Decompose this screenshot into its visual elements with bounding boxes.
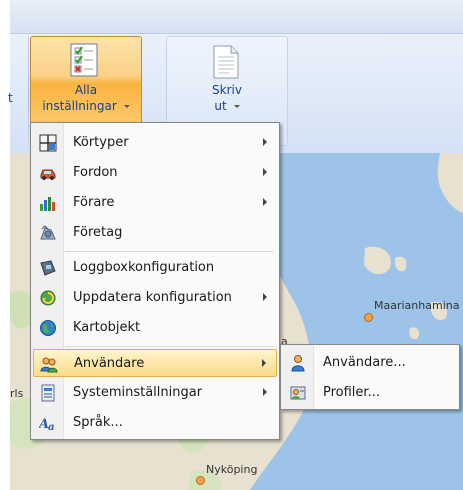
- print-label-line2: ut: [177, 99, 277, 113]
- menu-item-label: Språk...: [73, 415, 123, 430]
- menu-item-label: Uppdatera konfiguration: [73, 290, 232, 305]
- menu-item-uppdatera-konfiguration[interactable]: Uppdatera konfiguration: [33, 284, 277, 312]
- menu-item-label: Systeminställningar: [73, 385, 203, 400]
- menu-item-anvandare[interactable]: Användare: [33, 349, 277, 377]
- ribbon-left-fragment[interactable]: t: [8, 91, 13, 105]
- menu-item-label: Förare: [73, 195, 115, 210]
- menu-item-systeminstallningar[interactable]: Systeminställningar: [33, 379, 277, 407]
- menu-item-forare[interactable]: Förare: [33, 189, 277, 217]
- building-icon: [40, 225, 56, 240]
- maarianhamina-label: Maarianhamina: [374, 299, 460, 312]
- submenu-arrow-icon: [263, 138, 267, 146]
- menu-item-label: Fordon: [73, 165, 118, 180]
- update-icon: [40, 290, 56, 306]
- title-strip: [10, 0, 463, 33]
- menu-item-fordon[interactable]: Fordon: [33, 159, 277, 187]
- all-settings-label-text: inställningar: [42, 99, 117, 113]
- app-window: t Alla inställningar Skriv ut Maarianham…: [0, 0, 463, 490]
- users-icon: [40, 357, 58, 373]
- document-icon: [213, 45, 239, 79]
- menu-item-label: Loggboxkonfiguration: [73, 260, 215, 275]
- maarianhamina-dot: [364, 313, 373, 322]
- print-label-line1: Skriv: [212, 83, 242, 97]
- globe-icon: [40, 320, 56, 336]
- nykoping-label: Nyköping: [206, 463, 258, 476]
- language-icon: A a: [39, 417, 54, 432]
- submenu-item-label: Användare...: [323, 355, 406, 370]
- car-icon: [40, 169, 56, 180]
- map-label-fragment-left: rls: [10, 387, 24, 400]
- nykoping-dot: [196, 476, 205, 485]
- submenu-arrow-icon: [262, 359, 266, 367]
- chart-icon: [40, 197, 55, 211]
- menu-item-label: Körtyper: [73, 135, 129, 150]
- chevron-down-icon: [233, 105, 240, 108]
- menu-item-label: Användare: [74, 356, 145, 371]
- menu-item-loggboxkonfiguration[interactable]: Loggboxkonfiguration: [33, 254, 277, 282]
- profile-icon: [290, 386, 306, 400]
- all-settings-label-line2: inställningar: [31, 99, 141, 113]
- svg-text:a: a: [48, 422, 54, 432]
- submenu-arrow-icon: [263, 168, 267, 176]
- menu-item-label: Företag: [73, 225, 123, 240]
- users-submenu: Användare... Profiler...: [280, 344, 460, 410]
- chevron-down-icon: [123, 105, 130, 108]
- ribbon-separator: [28, 36, 29, 148]
- logbox-icon: [40, 260, 56, 276]
- print-label-text: ut: [214, 99, 227, 113]
- grid-icon: [39, 134, 57, 152]
- submenu-item-anvandare[interactable]: Användare...: [283, 349, 457, 377]
- menu-separator: [65, 251, 273, 252]
- menu-item-kortyper[interactable]: Körtyper: [33, 129, 277, 157]
- user-icon: [291, 355, 305, 372]
- menu-item-kartobjekt[interactable]: Kartobjekt: [33, 314, 277, 342]
- menu-item-label: Kartobjekt: [73, 320, 141, 335]
- submenu-arrow-icon: [263, 388, 267, 396]
- menu-item-sprak[interactable]: A a Språk...: [33, 409, 277, 437]
- submenu-item-label: Profiler...: [323, 385, 380, 400]
- settings-menu: Körtyper Fordon Förare Företag Loggboxko…: [30, 122, 280, 440]
- all-settings-button[interactable]: Alla inställningar: [30, 36, 142, 122]
- menu-item-foretag[interactable]: Företag: [33, 219, 277, 247]
- print-button[interactable]: Skriv ut: [177, 37, 277, 125]
- submenu-item-profiler[interactable]: Profiler...: [283, 379, 457, 407]
- submenu-arrow-icon: [263, 198, 267, 206]
- menu-separator: [65, 346, 273, 347]
- settings-icon: [41, 384, 55, 402]
- checklist-icon: [70, 43, 98, 77]
- all-settings-label-line1: Alla: [74, 83, 98, 97]
- submenu-arrow-icon: [263, 293, 267, 301]
